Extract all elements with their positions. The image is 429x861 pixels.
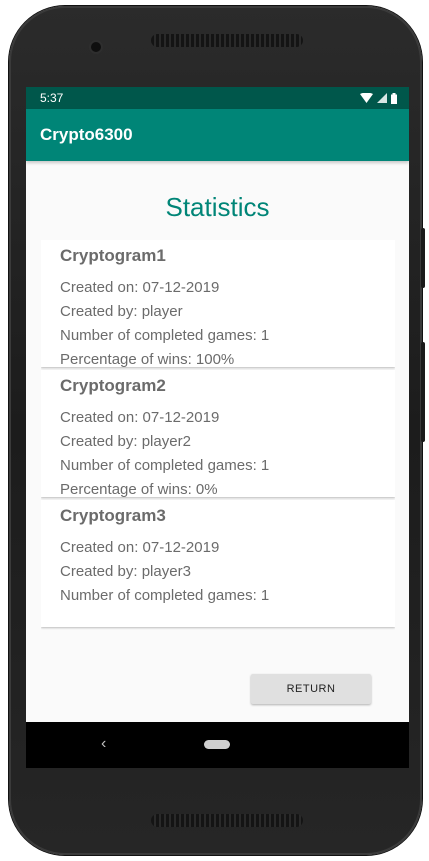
created-on-text: Created on: 07-12-2019 bbox=[60, 539, 220, 556]
power-button bbox=[421, 228, 425, 288]
return-button[interactable]: RETURN bbox=[251, 674, 371, 704]
front-camera bbox=[91, 42, 101, 52]
completed-games-text: Number of completed games: 1 bbox=[60, 587, 270, 604]
top-speaker bbox=[151, 34, 303, 47]
completed-games-text: Number of completed games: 1 bbox=[60, 457, 270, 474]
created-by-text: Created by: player2 bbox=[60, 433, 191, 450]
status-bar: 5:37 bbox=[26, 87, 409, 109]
device-screen: 5:37 Crypto6300 Statistics Cryptogram1 C… bbox=[26, 87, 409, 768]
cryptogram-name: Cryptogram1 bbox=[60, 246, 166, 265]
battery-icon bbox=[391, 92, 397, 104]
win-percentage-text: Percentage of wins: 100% bbox=[60, 351, 235, 368]
cryptogram-card[interactable]: Cryptogram1 Created on: 07-12-2019 Creat… bbox=[41, 240, 395, 368]
win-percentage-text: Percentage of wins: 0% bbox=[60, 481, 218, 498]
back-icon[interactable]: ‹ bbox=[101, 735, 106, 753]
status-icons bbox=[360, 92, 397, 104]
signal-icon bbox=[377, 93, 387, 103]
status-time: 5:37 bbox=[40, 91, 64, 105]
cryptogram-card[interactable]: Cryptogram2 Created on: 07-12-2019 Creat… bbox=[41, 370, 395, 498]
page-title: Statistics bbox=[165, 192, 270, 222]
cryptogram-list[interactable]: Cryptogram1 Created on: 07-12-2019 Creat… bbox=[41, 240, 395, 642]
navigation-bar: ‹ bbox=[26, 722, 409, 768]
completed-games-text: Number of completed games: 1 bbox=[60, 327, 270, 344]
cryptogram-name: Cryptogram3 bbox=[60, 506, 166, 525]
app-bar: Crypto6300 bbox=[26, 109, 409, 161]
main-content: Statistics Cryptogram1 Created on: 07-12… bbox=[26, 161, 409, 722]
app-title: Crypto6300 bbox=[40, 125, 133, 144]
cryptogram-card[interactable]: Cryptogram3 Created on: 07-12-2019 Creat… bbox=[41, 500, 395, 627]
volume-button bbox=[421, 342, 425, 442]
cryptogram-name: Cryptogram2 bbox=[60, 376, 166, 395]
home-icon[interactable] bbox=[204, 740, 230, 749]
bottom-speaker bbox=[151, 814, 303, 827]
wifi-icon bbox=[360, 93, 373, 103]
created-by-text: Created by: player3 bbox=[60, 563, 191, 580]
created-on-text: Created on: 07-12-2019 bbox=[60, 279, 220, 296]
created-by-text: Created by: player bbox=[60, 303, 183, 320]
created-on-text: Created on: 07-12-2019 bbox=[60, 409, 220, 426]
